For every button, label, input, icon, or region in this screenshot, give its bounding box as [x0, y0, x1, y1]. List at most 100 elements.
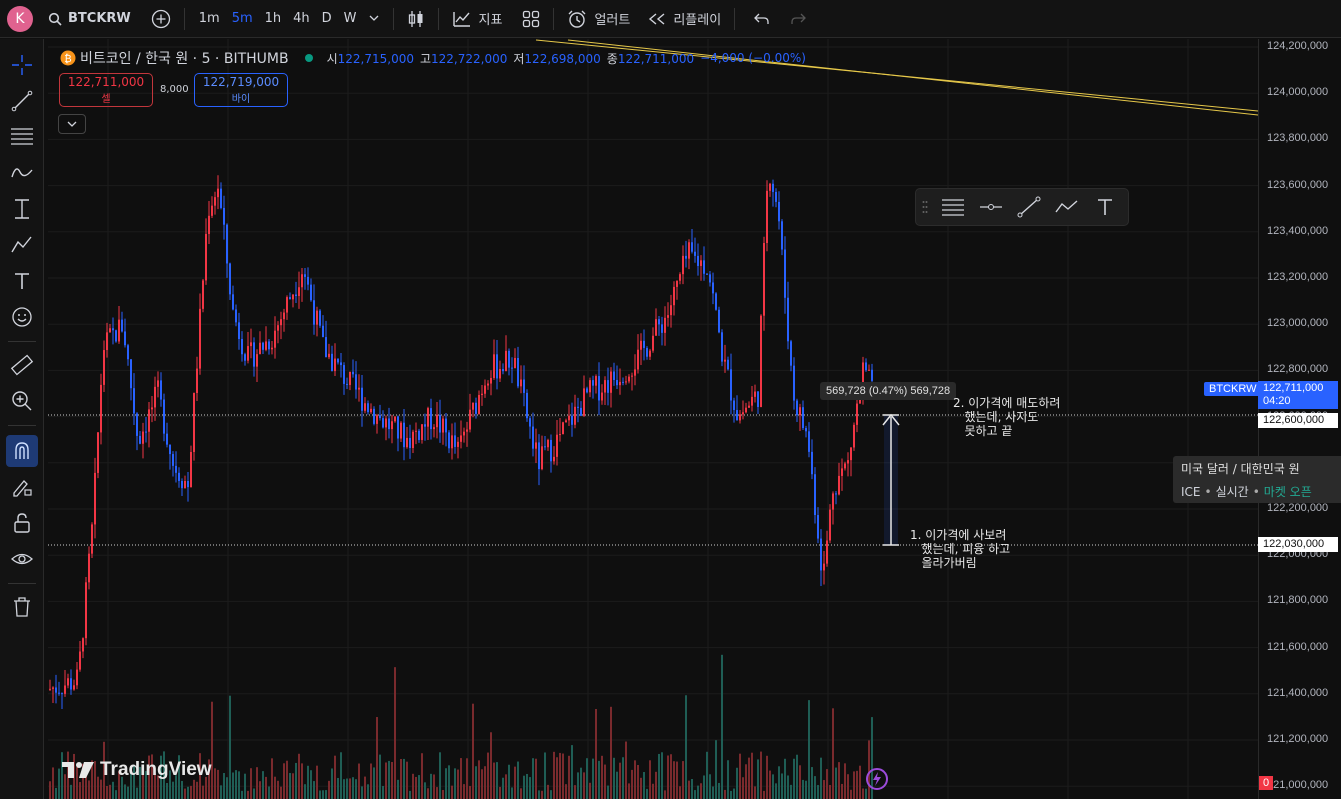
interval-1m[interactable]: 1m	[193, 11, 226, 26]
compare-symbol-button[interactable]	[144, 0, 178, 38]
volume-bar	[784, 758, 786, 799]
measure-label: 569,728 (0.47%) 569,728	[820, 382, 957, 400]
volume-bar	[643, 772, 645, 799]
chart-pane[interactable]	[48, 39, 1258, 799]
alert-button[interactable]: 얼러트	[560, 0, 637, 38]
symbol-search-button[interactable]: BTCKRW	[41, 0, 138, 38]
remove-drawings-tool[interactable]	[6, 591, 38, 623]
candle-body	[529, 418, 531, 427]
candle-body	[448, 432, 450, 449]
layouts-button[interactable]	[515, 0, 547, 38]
crosshair-tool[interactable]	[6, 49, 38, 81]
candle-body	[283, 312, 285, 320]
indicators-button[interactable]: 지표	[445, 0, 510, 38]
volume-bar	[526, 773, 528, 799]
sell-button[interactable]: 122,711,000 셀	[59, 73, 153, 107]
chart-type-button[interactable]	[400, 0, 432, 38]
replay-button[interactable]: 리플레이	[641, 0, 728, 38]
candle-body	[829, 509, 831, 541]
float-trendline-tool[interactable]	[1010, 196, 1048, 218]
hide-drawings-tool[interactable]	[6, 543, 38, 575]
volume-bar	[343, 779, 345, 799]
candle-body	[661, 324, 663, 333]
zoom-tool[interactable]	[6, 385, 38, 417]
drag-handle[interactable]	[916, 200, 934, 214]
pencil-lock-icon	[13, 480, 32, 497]
candle-body	[664, 317, 666, 333]
interval-4h[interactable]: 4h	[287, 11, 316, 26]
candle-body	[130, 359, 132, 389]
brush-tool[interactable]	[6, 157, 38, 189]
volume-bar	[115, 790, 117, 799]
interval-dropdown[interactable]	[363, 11, 385, 26]
icon-tool[interactable]	[6, 301, 38, 333]
volume-bar	[337, 777, 339, 799]
pattern-tool[interactable]	[6, 229, 38, 261]
volume-zero-label: 0	[1259, 776, 1274, 790]
volume-bar	[550, 790, 552, 799]
candle-body	[223, 207, 225, 225]
candle-body	[355, 374, 357, 390]
volume-bar	[535, 758, 537, 799]
buy-annotation[interactable]: 1. 이가격에 사보려 했는데, 피융 하고 올라가버림	[910, 528, 1010, 570]
tradingview-logo[interactable]: TradingView	[62, 759, 212, 781]
candle-body	[136, 413, 138, 436]
data-source: ICE	[1181, 485, 1201, 499]
float-pattern-tool[interactable]	[1048, 197, 1086, 217]
candle-body	[139, 435, 141, 444]
magnet-tool[interactable]	[6, 435, 38, 467]
candle-body	[367, 403, 369, 413]
candle-body	[850, 447, 852, 461]
search-icon	[48, 12, 62, 26]
volume-bar	[856, 770, 858, 799]
volume-bar	[319, 790, 321, 799]
collapse-legend-button[interactable]	[58, 114, 86, 134]
float-text-tool[interactable]	[1086, 197, 1124, 217]
volume-bar	[607, 785, 609, 799]
symbol-title[interactable]: 비트코인 / 한국 원 · 5 · BITHUMB	[80, 48, 289, 68]
candle-body	[373, 408, 375, 424]
candle-body	[676, 280, 678, 287]
interval-w[interactable]: W	[338, 11, 363, 26]
candle-body	[175, 465, 177, 473]
trendline-tool[interactable]	[6, 85, 38, 117]
eye-icon	[11, 553, 33, 565]
volume-bar	[235, 770, 237, 799]
candle-body	[346, 383, 348, 385]
zigzag-icon	[1055, 200, 1078, 213]
volume-bar	[700, 783, 702, 799]
ruler-tool[interactable]	[6, 349, 38, 381]
user-avatar[interactable]: K	[7, 5, 33, 32]
lock-drawings-tool[interactable]	[6, 471, 38, 503]
lock-tool[interactable]	[6, 507, 38, 539]
candle-body	[277, 325, 279, 331]
candle-body	[256, 354, 258, 367]
candle-body	[166, 433, 168, 445]
buy-button[interactable]: 122,719,000 바이	[194, 73, 288, 107]
text-tool[interactable]	[6, 265, 38, 297]
interval-d[interactable]: D	[316, 11, 338, 26]
candle-body	[382, 418, 384, 428]
volume-bar	[676, 761, 678, 799]
candle-body	[400, 422, 402, 439]
volume-bar	[544, 752, 546, 799]
float-fib-tool[interactable]	[934, 197, 972, 217]
interval-5m[interactable]: 5m	[226, 11, 259, 26]
sell-annotation[interactable]: 2. 이가격에 매도하려 했는데, 사지도 못하고 끝	[953, 396, 1060, 438]
fib-tool[interactable]	[6, 121, 38, 153]
measure-range-tool[interactable]	[6, 193, 38, 225]
interval-1h[interactable]: 1h	[259, 11, 288, 26]
divider	[392, 7, 394, 30]
float-horizontal-ray-tool[interactable]	[972, 197, 1010, 217]
flash-icon-button[interactable]	[866, 768, 888, 790]
candle-body	[313, 300, 315, 325]
redo-button[interactable]	[783, 0, 813, 38]
candle-body	[766, 190, 768, 243]
crosshair-icon	[12, 55, 32, 75]
candle-body	[550, 439, 552, 462]
undo-button[interactable]	[747, 0, 777, 38]
candle-body	[526, 392, 528, 419]
wave-icon	[11, 168, 33, 178]
price-chart[interactable]	[48, 39, 1258, 799]
indicators-icon	[452, 11, 470, 27]
